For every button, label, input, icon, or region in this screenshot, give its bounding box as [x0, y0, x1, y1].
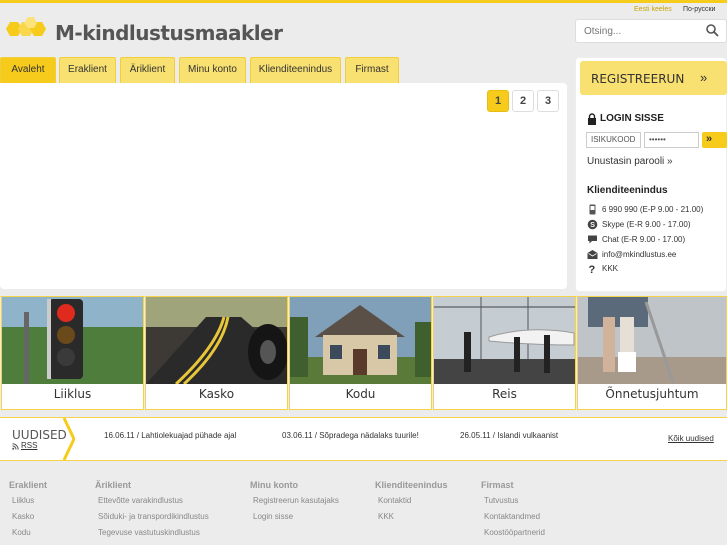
footer-heading[interactable]: Minu konto: [250, 480, 298, 490]
banner-slider: [0, 83, 567, 289]
slider-page-2[interactable]: 2: [512, 90, 534, 112]
footer-link[interactable]: Ettevõtte varakindlustus: [98, 496, 183, 505]
footer-link[interactable]: Registreerun kasutajaks: [253, 496, 339, 505]
register-button[interactable]: REGISTREERUN »: [580, 61, 727, 95]
tile-label: Õnnetusjuhtum: [605, 387, 699, 401]
login-submit-button[interactable]: »: [702, 132, 727, 148]
lock-icon: [588, 113, 596, 125]
footer-heading[interactable]: Äriklient: [95, 480, 131, 490]
id-code-input[interactable]: ISIKUKOOD: [586, 132, 641, 148]
lang-russian-link[interactable]: По-русски: [683, 6, 715, 13]
news-item[interactable]: 16.06.11 / Lahtiolekuajad pühade ajal: [104, 431, 236, 440]
product-tiles: Liiklus Kasko Kodu Reis Õnnetusjuhtum: [0, 296, 727, 410]
login-title: LOGIN SISSE: [600, 113, 664, 124]
search-input[interactable]: [576, 20, 696, 42]
tile-label: Reis: [492, 387, 517, 401]
footer-link[interactable]: Koostööpartnerid: [484, 528, 545, 537]
footer-link[interactable]: KKK: [378, 512, 394, 521]
footer-col-minu-konto: Minu konto: [250, 480, 298, 490]
top-accent-line: [0, 0, 727, 3]
chat-icon: [588, 235, 597, 244]
mail-icon: [587, 250, 598, 259]
news-item[interactable]: 26.05.11 / Islandi vulkaanist: [460, 431, 558, 440]
news-bar: UUDISED RSS 16.06.11 / Lahtiolekuajad pü…: [0, 417, 727, 461]
tile-kasko[interactable]: Kasko: [145, 296, 288, 410]
all-news-link[interactable]: Kõik uudised: [668, 434, 714, 443]
footer-link[interactable]: Kasko: [12, 512, 34, 521]
tab-eraklient[interactable]: Eraklient: [59, 57, 116, 83]
footer-col-ariklient: Äriklient: [95, 480, 131, 490]
tab-minu-konto[interactable]: Minu konto: [179, 57, 246, 83]
phone-icon: [589, 204, 596, 215]
footer-link[interactable]: Kontaktid: [378, 496, 411, 505]
forgot-password-link[interactable]: Unustasin parooli »: [587, 156, 673, 167]
crutches-image: [578, 297, 726, 384]
tile-onnetusjuhtum[interactable]: Õnnetusjuhtum: [577, 296, 727, 410]
tile-liiklus[interactable]: Liiklus: [1, 296, 144, 410]
footer-col-firmast: Firmast: [481, 480, 514, 490]
footer-link[interactable]: Kodu: [12, 528, 31, 537]
footer-col-klienditeenindus: Klienditeenindus: [375, 480, 448, 490]
password-input[interactable]: ••••••: [644, 132, 699, 148]
rss-link[interactable]: RSS: [21, 441, 37, 450]
customer-service-title: Klienditeenindus: [587, 185, 668, 196]
question-icon: ?: [589, 264, 596, 274]
footer-link[interactable]: Kontaktandmed: [484, 512, 540, 521]
tile-reis[interactable]: Reis: [433, 296, 576, 410]
lang-estonian-link[interactable]: Eesti keeles: [634, 6, 672, 13]
footer-link[interactable]: Login sisse: [253, 512, 293, 521]
tab-klienditeenindus[interactable]: Klienditeenindus: [250, 57, 341, 83]
tile-label: Kodu: [345, 387, 376, 401]
airport-image: [434, 297, 575, 384]
footer-heading[interactable]: Eraklient: [9, 480, 47, 490]
search-box: [575, 19, 727, 43]
footer-link[interactable]: Tegevuse vastutuskindlustus: [98, 528, 200, 537]
footer-link[interactable]: Sõiduki- ja transpordikindlustus: [98, 512, 209, 521]
road-image: [146, 297, 287, 384]
footer-col-eraklient: Eraklient: [9, 480, 47, 490]
traffic-light-image: [2, 297, 143, 384]
skype-icon: S: [587, 219, 598, 230]
register-label: REGISTREERUN: [591, 72, 685, 86]
news-title: UUDISED: [12, 428, 67, 442]
news-item[interactable]: 03.06.11 / Sõpradega nädalaks tuurile!: [282, 431, 419, 440]
tab-avaleht[interactable]: Avaleht: [0, 57, 56, 83]
tile-kodu[interactable]: Kodu: [289, 296, 432, 410]
slider-page-1[interactable]: 1: [487, 90, 509, 112]
tile-label: Kasko: [198, 387, 235, 401]
footer-heading[interactable]: Firmast: [481, 480, 514, 490]
slider-page-3[interactable]: 3: [537, 90, 559, 112]
logo-text[interactable]: M-kindlustusmaakler: [55, 21, 283, 45]
tab-firmast[interactable]: Firmast: [345, 57, 399, 83]
logo-icon[interactable]: [2, 17, 52, 41]
svg-text:?: ?: [589, 264, 596, 274]
search-icon[interactable]: [700, 20, 726, 42]
footer-link[interactable]: Liiklus: [12, 496, 34, 505]
tile-label: Liiklus: [53, 387, 92, 401]
tab-ariklient[interactable]: Äriklient: [120, 57, 175, 83]
rss-icon: [12, 443, 19, 450]
footer-link[interactable]: Tutvustus: [484, 496, 518, 505]
double-chevron-icon: »: [700, 70, 708, 85]
svg-text:S: S: [590, 222, 595, 229]
footer-heading[interactable]: Klienditeenindus: [375, 480, 448, 490]
house-image: [290, 297, 431, 384]
